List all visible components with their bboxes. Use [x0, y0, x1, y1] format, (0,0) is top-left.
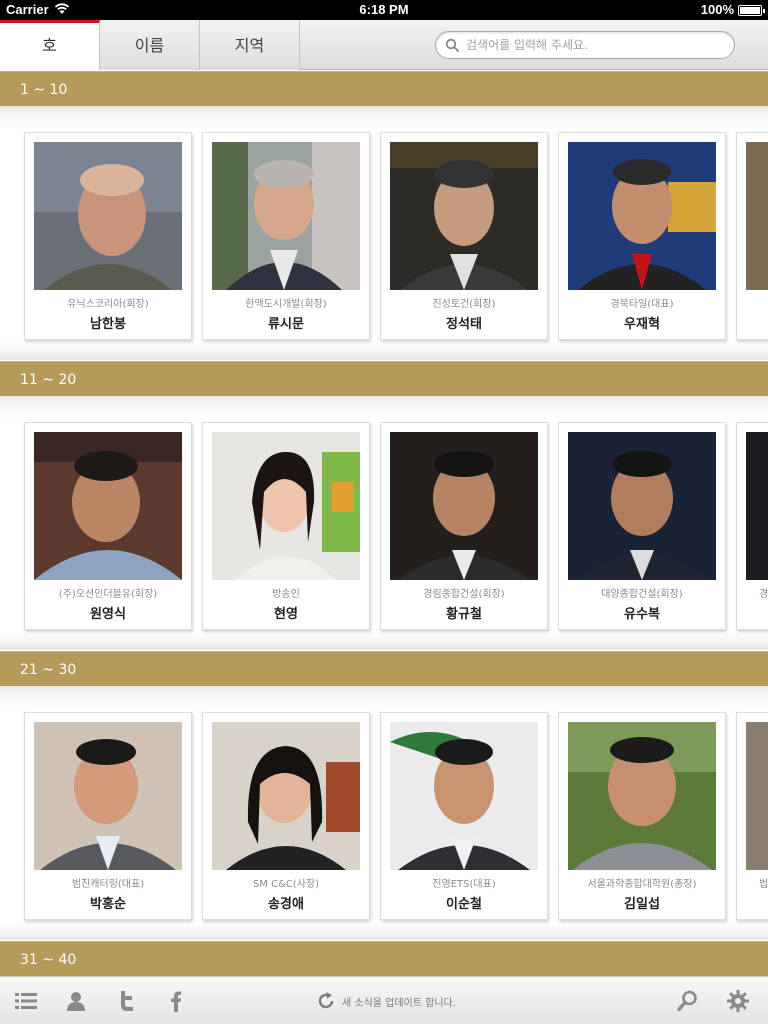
- person-company: 법: [759, 879, 768, 890]
- person-company: 범진캐터링(대표): [71, 879, 145, 890]
- person-name: 현영: [274, 607, 298, 622]
- person-company: SM C&C(사장): [252, 879, 320, 890]
- tab-ho[interactable]: 호: [0, 20, 100, 70]
- person-company: 유닉스코리아(회장): [67, 299, 149, 310]
- person-name: 우재혁: [624, 317, 660, 332]
- gear-icon[interactable]: [726, 989, 750, 1013]
- section-header: 21 ~ 30: [0, 651, 768, 687]
- person-photo: [34, 722, 182, 870]
- person-photo: [746, 722, 768, 870]
- section-header: 1 ~ 10: [0, 71, 768, 107]
- person-photo: [34, 142, 182, 290]
- person-card[interactable]: 방송인 현영: [202, 422, 370, 630]
- person-company: 경: [759, 589, 768, 600]
- person-card[interactable]: 법: [736, 712, 768, 920]
- person-company: 진성토건(회장): [432, 299, 496, 310]
- person-photo: [746, 432, 768, 580]
- tab-name[interactable]: 이름: [100, 20, 200, 70]
- bottom-toolbar: 새 소식을 업데이트 합니다.: [0, 976, 768, 1024]
- person-card[interactable]: 경림종합건설(회장) 황규철: [380, 422, 548, 630]
- top-bar: 호 이름 지역: [0, 20, 768, 70]
- person-card[interactable]: 경: [736, 422, 768, 630]
- person-name: 남한봉: [90, 317, 126, 332]
- person-photo: [212, 432, 360, 580]
- person-card[interactable]: [736, 132, 768, 340]
- person-photo: [212, 722, 360, 870]
- person-name: 송경애: [268, 897, 304, 912]
- person-name: 유수복: [624, 607, 660, 622]
- list-icon[interactable]: [14, 989, 38, 1013]
- person-name: 이순철: [446, 897, 482, 912]
- person-card[interactable]: 범진캐터링(대표) 박홍순: [24, 712, 192, 920]
- person-photo: [568, 722, 716, 870]
- person-name: 원영식: [90, 607, 126, 622]
- refresh-icon[interactable]: [316, 991, 336, 1011]
- person-card[interactable]: 대양종합건설(회장) 유수복: [558, 422, 726, 630]
- section-body: 유닉스코리아(회장) 남한봉 한맥도시개발(회장) 류시문 진성토건(회장) 정…: [0, 106, 768, 360]
- section-body: 범진캐터링(대표) 박홍순 SM C&C(사장) 송경애 진영ETS(대표) 이…: [0, 686, 768, 940]
- person-card[interactable]: 경북타일(대표) 우재혁: [558, 132, 726, 340]
- person-company: 한맥도시개발(회장): [245, 299, 327, 310]
- person-card[interactable]: 진영ETS(대표) 이순철: [380, 712, 548, 920]
- search-icon[interactable]: [676, 989, 700, 1013]
- person-name: 황규철: [446, 607, 482, 622]
- person-photo: [568, 432, 716, 580]
- person-card[interactable]: (주)오션인더블유(회장) 원영식: [24, 422, 192, 630]
- person-name: 류시문: [268, 317, 304, 332]
- twitter-icon[interactable]: [115, 989, 139, 1013]
- person-name: 정석태: [446, 317, 482, 332]
- section-body: (주)오션인더블유(회장) 원영식 방송인 현영 경림종합건설(회장) 황규철 …: [0, 396, 768, 650]
- search-input[interactable]: [466, 36, 726, 54]
- person-photo: [746, 142, 768, 290]
- update-status-text[interactable]: 새 소식을 업데이트 합니다.: [342, 994, 456, 1009]
- person-photo: [390, 432, 538, 580]
- person-photo: [34, 432, 182, 580]
- search-box[interactable]: [435, 31, 735, 59]
- person-name: 박홍순: [90, 897, 126, 912]
- person-photo: [212, 142, 360, 290]
- facebook-icon[interactable]: [164, 989, 188, 1013]
- person-card[interactable]: 유닉스코리아(회장) 남한봉: [24, 132, 192, 340]
- battery-icon: [738, 5, 765, 16]
- search-icon: [445, 38, 460, 53]
- battery-percent: 100%: [700, 2, 734, 17]
- status-bar: Carrier 6:18 PM 100%: [0, 0, 768, 20]
- person-card[interactable]: SM C&C(사장) 송경애: [202, 712, 370, 920]
- clock: 6:18 PM: [359, 2, 409, 17]
- person-company: (주)오션인더블유(회장): [58, 589, 158, 600]
- person-company: 경북타일(대표): [610, 299, 674, 310]
- section-header: 31 ~ 40: [0, 941, 768, 977]
- person-card[interactable]: 서울과학종합대학원(총장) 김일섭: [558, 712, 726, 920]
- section-header: 11 ~ 20: [0, 361, 768, 397]
- person-name: 김일섭: [624, 897, 660, 912]
- person-company: 대양종합건설(회장): [601, 589, 683, 600]
- person-icon[interactable]: [64, 989, 88, 1013]
- person-company: 진영ETS(대표): [432, 879, 496, 890]
- person-company: 방송인: [272, 589, 300, 600]
- tab-region[interactable]: 지역: [200, 20, 300, 70]
- person-card[interactable]: 진성토건(회장) 정석태: [380, 132, 548, 340]
- person-company: 서울과학종합대학원(총장): [587, 879, 697, 890]
- person-card[interactable]: 한맥도시개발(회장) 류시문: [202, 132, 370, 340]
- person-photo: [568, 142, 716, 290]
- person-photo: [390, 722, 538, 870]
- person-photo: [390, 142, 538, 290]
- person-company: 경림종합건설(회장): [423, 589, 505, 600]
